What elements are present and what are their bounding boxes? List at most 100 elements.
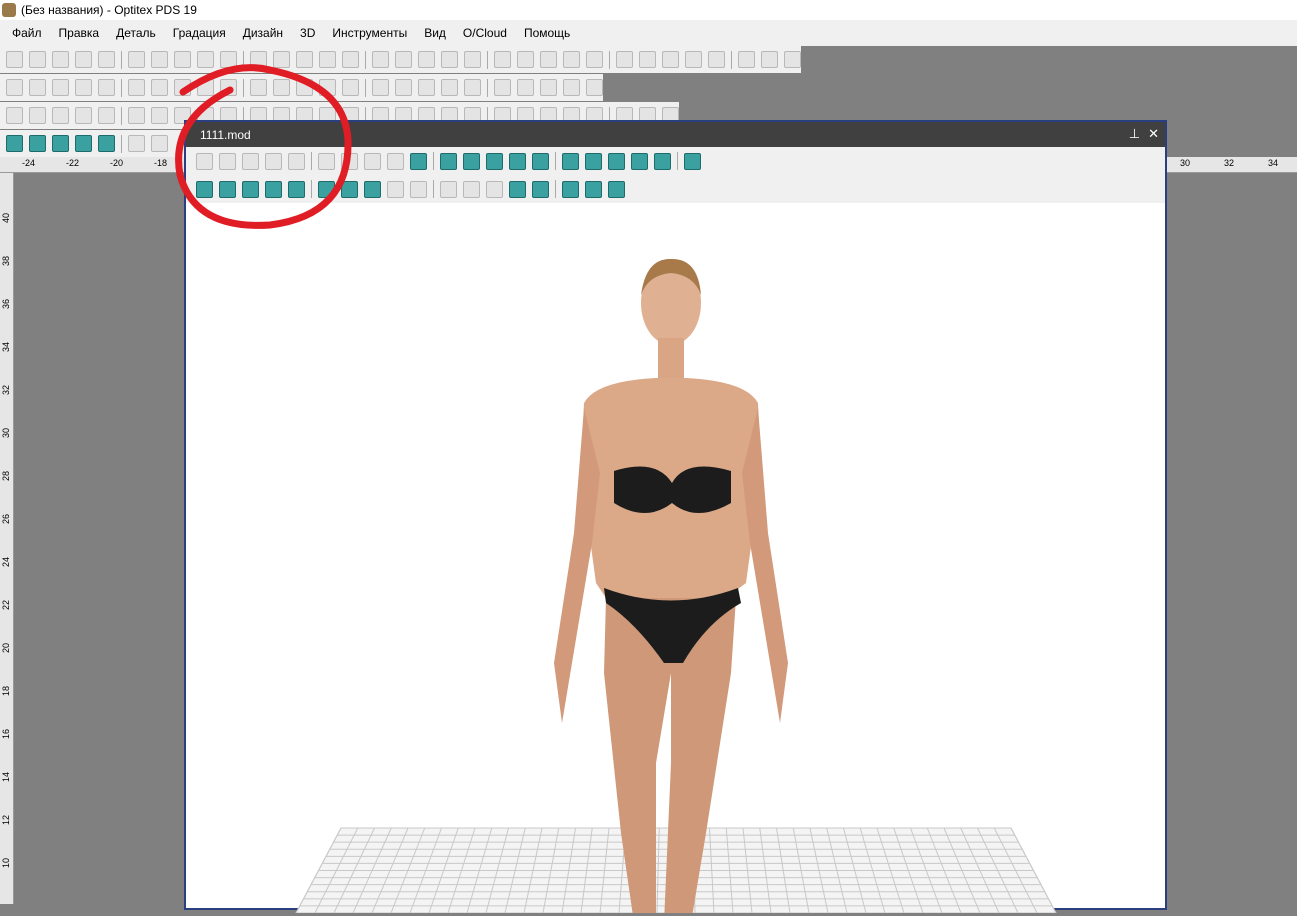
menu-3[interactable]: Градация xyxy=(173,26,226,40)
avatar-key-icon[interactable] xyxy=(562,152,579,170)
pen-icon[interactable] xyxy=(296,79,313,96)
drill-icon[interactable] xyxy=(98,79,115,96)
shade-icon[interactable] xyxy=(532,180,549,198)
menu-5[interactable]: 3D xyxy=(300,26,315,40)
recycle-icon[interactable] xyxy=(196,152,213,170)
menu-9[interactable]: Помощь xyxy=(524,26,570,40)
rotate-icon[interactable] xyxy=(395,79,412,96)
pin-icon[interactable] xyxy=(197,51,214,68)
piece6-icon[interactable] xyxy=(128,107,145,124)
front-view-icon[interactable] xyxy=(219,180,236,198)
swap-icon[interactable] xyxy=(540,79,557,96)
circle-icon[interactable] xyxy=(639,51,656,68)
print-icon[interactable] xyxy=(98,51,115,68)
camera-icon[interactable] xyxy=(608,180,625,198)
menu-0[interactable]: Файл xyxy=(12,26,42,40)
avatar-folder-icon[interactable] xyxy=(532,152,549,170)
grade-icon[interactable] xyxy=(517,51,534,68)
piece-icon[interactable] xyxy=(761,51,778,68)
list-icon[interactable] xyxy=(151,135,168,152)
piece2-icon[interactable] xyxy=(29,107,46,124)
node-icon[interactable] xyxy=(319,79,336,96)
mirror-icon[interactable] xyxy=(586,51,603,68)
new-icon[interactable] xyxy=(29,51,46,68)
sphere-icon[interactable] xyxy=(509,180,526,198)
menu-4[interactable]: Дизайн xyxy=(243,26,283,40)
shirt-icon[interactable] xyxy=(684,152,701,170)
save-icon[interactable] xyxy=(75,51,92,68)
piece4-icon[interactable] xyxy=(75,107,92,124)
ruler-icon[interactable] xyxy=(486,152,503,170)
pin-icon[interactable]: ⊥ xyxy=(1129,126,1140,142)
avatar-props-icon[interactable] xyxy=(242,152,259,170)
mesh2-icon[interactable] xyxy=(608,152,625,170)
export-icon[interactable] xyxy=(395,51,412,68)
3d-window-header[interactable]: 1111.mod ⊥ ✕ xyxy=(186,122,1165,147)
loop-icon[interactable] xyxy=(174,79,191,96)
style-icon[interactable] xyxy=(708,51,725,68)
down-icon[interactable] xyxy=(288,152,305,170)
pattern-icon[interactable] xyxy=(463,180,480,198)
width-icon[interactable] xyxy=(685,51,702,68)
back-view-icon[interactable] xyxy=(288,180,305,198)
plot-icon[interactable] xyxy=(128,51,145,68)
table2-icon[interactable] xyxy=(29,135,46,152)
zoom-icon[interactable] xyxy=(220,51,237,68)
redo-icon[interactable] xyxy=(273,51,290,68)
line-icon[interactable] xyxy=(662,51,679,68)
avatar-icon[interactable] xyxy=(128,135,145,152)
right-view-icon[interactable] xyxy=(265,180,282,198)
table3-icon[interactable] xyxy=(52,135,69,152)
table1-icon[interactable] xyxy=(6,135,23,152)
cylinder-icon[interactable] xyxy=(341,152,358,170)
spiral-icon[interactable] xyxy=(128,79,145,96)
monitor-icon[interactable] xyxy=(654,152,671,170)
copy-icon[interactable] xyxy=(319,51,336,68)
pin2-icon[interactable] xyxy=(440,180,457,198)
scale-icon[interactable] xyxy=(563,79,580,96)
point-icon[interactable] xyxy=(540,51,557,68)
symmetry-icon[interactable] xyxy=(464,79,481,96)
piece3-icon[interactable] xyxy=(52,107,69,124)
menu-7[interactable]: Вид xyxy=(424,26,446,40)
add-view-icon[interactable] xyxy=(364,180,381,198)
delete-icon[interactable] xyxy=(174,51,191,68)
trash-icon[interactable] xyxy=(273,79,290,96)
menu-2[interactable]: Деталь xyxy=(116,26,156,40)
menu-1[interactable]: Правка xyxy=(59,26,100,40)
scene-icon[interactable] xyxy=(585,180,602,198)
mesh3-icon[interactable] xyxy=(631,152,648,170)
left-view-icon[interactable] xyxy=(242,180,259,198)
fabric-icon[interactable] xyxy=(440,152,457,170)
refresh-icon[interactable] xyxy=(265,152,282,170)
perp-icon[interactable] xyxy=(29,79,46,96)
select-icon[interactable] xyxy=(196,180,213,198)
frame-icon[interactable] xyxy=(364,152,381,170)
3d-viewport[interactable] xyxy=(186,203,1165,916)
undo-icon[interactable] xyxy=(250,51,267,68)
light-icon[interactable] xyxy=(562,180,579,198)
piece1-icon[interactable] xyxy=(6,107,23,124)
piece5-icon[interactable] xyxy=(98,107,115,124)
cut-icon[interactable] xyxy=(296,51,313,68)
shape-icon[interactable] xyxy=(616,51,633,68)
menu-6[interactable]: Инструменты xyxy=(332,26,407,40)
hand-icon[interactable] xyxy=(410,180,427,198)
play-icon[interactable] xyxy=(318,152,335,170)
rotate2-icon[interactable] xyxy=(418,79,435,96)
rect-icon[interactable] xyxy=(494,79,511,96)
calc-icon[interactable] xyxy=(98,135,115,152)
flip-icon[interactable] xyxy=(441,79,458,96)
table4-icon[interactable] xyxy=(75,135,92,152)
move-icon[interactable] xyxy=(342,79,359,96)
texture-icon[interactable] xyxy=(387,152,404,170)
lock-icon[interactable] xyxy=(517,79,534,96)
fold-icon[interactable] xyxy=(372,79,389,96)
piece7-icon[interactable] xyxy=(151,107,168,124)
help-icon[interactable] xyxy=(418,51,435,68)
tools-icon[interactable] xyxy=(463,152,480,170)
open-icon[interactable] xyxy=(52,51,69,68)
tack-icon[interactable] xyxy=(197,79,214,96)
close-icon[interactable]: ✕ xyxy=(1148,126,1159,142)
wave-icon[interactable] xyxy=(250,79,267,96)
